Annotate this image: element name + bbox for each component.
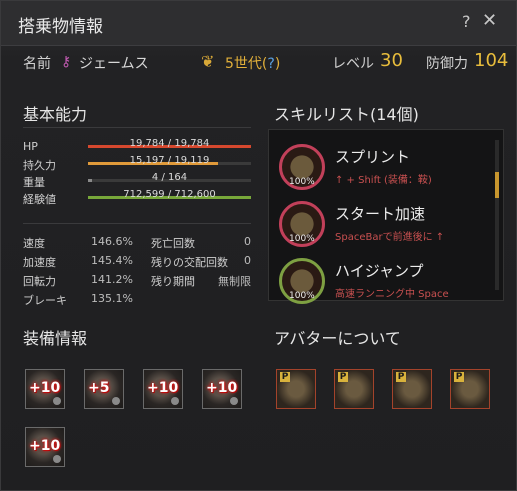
stat-row: 残り期間 無制限 (151, 273, 251, 288)
skill-percent: 100% (289, 291, 315, 301)
skill-name: スプリント (335, 148, 411, 166)
defense-row: 防御力 104 (426, 50, 508, 75)
ability-bar-row: 重量 4 / 164 (23, 172, 251, 189)
key-icon: ⚷ (61, 54, 72, 70)
skill-list-panel[interactable]: 100% スプリント ↑ + Shift (装備：鞍) 100% スタート加速 Space… (268, 129, 504, 304)
slot-dot-icon (53, 397, 61, 405)
level-label: レベル (332, 56, 374, 72)
ability-bar-row: HP 19,784 / 19,784 (23, 138, 251, 154)
skill-desc: SpaceBarで前進後に ↑ (335, 232, 445, 243)
bar-value: 4 / 164 (151, 172, 188, 183)
bar-label: 経験値 (23, 193, 56, 206)
stat-value: 0 (244, 254, 251, 267)
enhance-level: +10 (147, 380, 179, 396)
slot-dot-icon (112, 397, 120, 405)
slot-dot-icon (230, 397, 238, 405)
stat-value: 146.6% (91, 235, 133, 248)
skill-item[interactable]: 100% スプリント ↑ + Shift (装備：鞍) (279, 144, 489, 196)
enhance-level: +10 (29, 380, 61, 396)
premium-badge: P (338, 372, 348, 382)
slot-dot-icon (53, 455, 61, 463)
premium-badge: P (454, 372, 464, 382)
stat-label: 残り期間 (151, 275, 195, 288)
stat-row: 回転力 141.2% (23, 273, 133, 288)
divider (23, 127, 251, 128)
stat-label: 速度 (23, 237, 45, 250)
mount-name: ジェームス (79, 56, 149, 72)
avatar-barding-icon[interactable]: P (276, 369, 316, 409)
close-icon[interactable]: ✕ (482, 10, 497, 31)
horseshoe-icon[interactable]: +10 (25, 427, 65, 467)
bar-value: 19,784 / 19,784 (129, 138, 210, 149)
stat-value: 145.4% (91, 254, 133, 267)
name-row: 名前 ⚷ ジェームス (23, 53, 149, 75)
stat-row: 加速度 145.4% (23, 254, 133, 269)
avatar-champron-icon[interactable]: P (334, 369, 374, 409)
avatar-saddle-icon[interactable]: P (450, 369, 490, 409)
skill-list-title: スキルリスト(14個) (274, 105, 419, 124)
avatar-stirrups-icon[interactable]: P (392, 369, 432, 409)
wing-icon: ❦ (201, 52, 215, 71)
avatar-title: アバターについて (274, 329, 401, 348)
slot-dot-icon (171, 397, 179, 405)
stat-label: 回転力 (23, 275, 56, 288)
skill-name: ハイジャンプ (335, 262, 424, 280)
enhance-level: +10 (206, 380, 238, 396)
level-value: 30 (380, 50, 403, 71)
bar-label: 重量 (23, 176, 45, 189)
ability-bar-row: 経験値 712,599 / 712,600 (23, 189, 251, 206)
ability-bar-row: 持久力 15,197 / 19,119 (23, 155, 251, 172)
mount-info-window: 搭乗物情報 ? ✕ 名前 ⚷ ジェームス ❦ 5世代(?) レベル 30 防御力… (0, 0, 517, 491)
enhance-level: +5 (88, 380, 110, 396)
generation-value: 5世代 (225, 56, 262, 72)
bar-value: 15,197 / 19,119 (129, 155, 210, 166)
bar-label: HP (23, 140, 38, 153)
skill-percent: 100% (289, 177, 315, 187)
generation-text-wrap: 5世代(?) (225, 53, 280, 73)
stat-label: ブレーキ (23, 294, 67, 307)
level-row: レベル 30 (332, 50, 403, 75)
stat-value: 無制限 (218, 275, 251, 288)
generation-help-link[interactable]: ? (267, 56, 274, 72)
premium-badge: P (280, 372, 290, 382)
skill-percent: 100% (289, 234, 315, 244)
stat-value: 135.1% (91, 292, 133, 305)
generation-paren-close: ) (274, 56, 281, 72)
defense-label: 防御力 (426, 56, 468, 72)
stat-row: 死亡回数 0 (151, 235, 251, 250)
help-icon[interactable]: ? (462, 12, 471, 31)
skill-desc: ↑ + Shift (装備：鞍) (335, 175, 432, 186)
enhance-level: +10 (29, 438, 61, 454)
skill-desc: 高速ランニング中 Space (335, 289, 449, 300)
skill-item[interactable]: 100% ハイジャンプ高速ランニング中 Space (279, 258, 489, 310)
stat-row: ブレーキ 135.1% (23, 292, 133, 307)
bar-value: 712,599 / 712,600 (123, 189, 216, 200)
stat-value: 0 (244, 235, 251, 248)
window-title: 搭乗物情報 (18, 17, 103, 37)
stat-value: 141.2% (91, 273, 133, 286)
basic-ability-title: 基本能力 (23, 105, 88, 124)
horse-saddle-icon[interactable]: +5 (84, 369, 124, 409)
skill-scrollbar[interactable] (495, 140, 499, 290)
horse-stirrups-icon[interactable]: +10 (143, 369, 183, 409)
stat-label: 残りの交配回数 (151, 256, 228, 269)
stat-label: 死亡回数 (151, 237, 195, 250)
skill-name: スタート加速 (335, 205, 426, 223)
equipment-title: 装備情報 (23, 329, 88, 348)
horse-champron-icon[interactable]: +10 (25, 369, 65, 409)
horse-barding-icon[interactable]: +10 (202, 369, 242, 409)
premium-badge: P (396, 372, 406, 382)
title-bar[interactable]: 搭乗物情報 ? ✕ (1, 1, 516, 46)
scrollbar-thumb[interactable] (495, 172, 499, 198)
bar-label: 持久力 (23, 159, 56, 172)
divider (23, 223, 251, 224)
stat-label: 加速度 (23, 256, 56, 269)
name-label: 名前 (23, 56, 51, 72)
defense-value: 104 (474, 50, 509, 71)
skill-item[interactable]: 100% スタート加速 SpaceBarで前進後に ↑ (279, 201, 489, 253)
stat-row: 速度 146.6% (23, 235, 133, 250)
stat-row: 残りの交配回数 0 (151, 254, 251, 269)
